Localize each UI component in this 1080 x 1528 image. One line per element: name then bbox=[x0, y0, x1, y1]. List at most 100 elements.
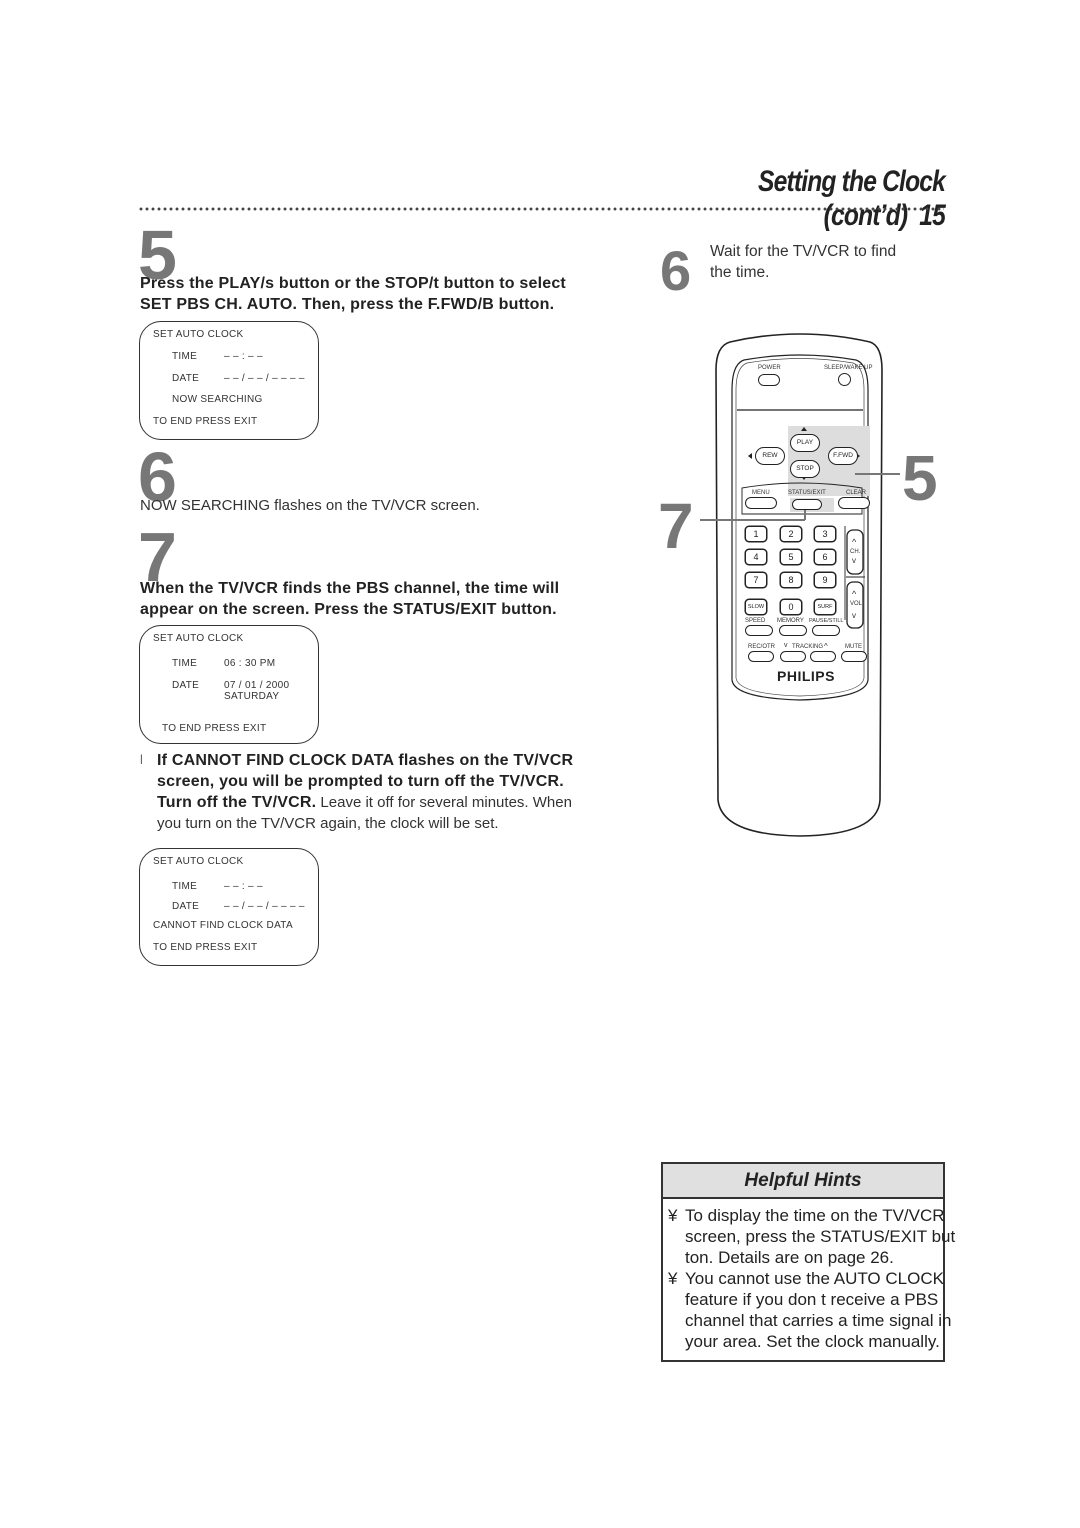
tracking-down-button[interactable] bbox=[780, 651, 806, 662]
osd-date-value: 07 / 01 / 2000 bbox=[224, 680, 290, 691]
step-5-line-1: Press the PLAY/s button or the STOP/t bu… bbox=[140, 275, 566, 292]
hint-bullet: ¥ bbox=[668, 1269, 678, 1288]
ch-label: CH. bbox=[850, 549, 861, 555]
speed-label: SPEED bbox=[745, 618, 766, 624]
note-line-2: screen, you will be prompted to turn off… bbox=[157, 773, 564, 790]
key-9[interactable]: 9 bbox=[814, 572, 836, 588]
osd-status: NOW SEARCHING bbox=[172, 394, 263, 405]
osd-screen-time-found: SET AUTO CLOCK TIME 06 : 30 PM DATE 07 /… bbox=[139, 625, 319, 744]
menu-label: MENU bbox=[752, 490, 770, 496]
osd-date-label: DATE bbox=[172, 901, 200, 912]
mute-label: MUTE bbox=[845, 644, 862, 650]
key-5[interactable]: 5 bbox=[780, 549, 802, 565]
title-text: Setting the Clock (cont’d) bbox=[758, 165, 946, 232]
tracking-label: TRACKING bbox=[792, 644, 824, 650]
key-1[interactable]: 1 bbox=[745, 526, 767, 542]
note-bullet: l bbox=[140, 752, 143, 767]
power-button[interactable] bbox=[758, 374, 780, 386]
step-6-text: NOW SEARCHING flashes on the TV/VCR scre… bbox=[140, 497, 480, 514]
osd-time-value: 06 : 30 PM bbox=[224, 658, 276, 669]
osd-screen-searching: SET AUTO CLOCK TIME – – : – – DATE – – /… bbox=[139, 321, 319, 440]
hint-1-line-3: ton. Details are on page 26. bbox=[685, 1248, 894, 1267]
hint-1-line-1: To display the time on the TV/VCR bbox=[685, 1206, 945, 1225]
osd-status: CANNOT FIND CLOCK DATA bbox=[153, 920, 293, 931]
hint-2-line-1: You cannot use the AUTO CLOCK bbox=[685, 1269, 944, 1288]
memory-button[interactable] bbox=[779, 625, 807, 636]
right-step-6-number: 6 bbox=[660, 239, 692, 302]
menu-button[interactable] bbox=[745, 497, 777, 509]
pause-still-label: PAUSE/STILL bbox=[809, 618, 844, 624]
key-6[interactable]: 6 bbox=[814, 549, 836, 565]
play-button[interactable]: PLAY bbox=[790, 434, 820, 452]
hint-2-line-3: channel that carries a time signal in bbox=[685, 1311, 952, 1330]
callout-5-number: 5 bbox=[902, 442, 938, 514]
status-exit-button[interactable] bbox=[792, 499, 822, 510]
page-number: 15 bbox=[919, 199, 946, 232]
rew-button[interactable]: REW bbox=[755, 447, 785, 465]
page-title: Setting the Clock (cont’d) 15 bbox=[662, 165, 946, 233]
hint-2-line-2: feature if you don t receive a PBS bbox=[685, 1290, 939, 1309]
key-7[interactable]: 7 bbox=[745, 572, 767, 588]
osd-time-value: – – : – – bbox=[224, 351, 263, 362]
tracking-up-button[interactable] bbox=[810, 651, 836, 662]
osd-title: SET AUTO CLOCK bbox=[153, 329, 244, 340]
step-7-instruction: When the TV/VCR finds the PBS channel, t… bbox=[140, 578, 559, 620]
rec-otr-label: REC/OTR bbox=[748, 644, 775, 650]
ffwd-button[interactable]: F.FWD bbox=[828, 447, 858, 465]
memory-label: MEMORY bbox=[777, 618, 804, 624]
osd-time-label: TIME bbox=[172, 351, 198, 362]
note-line-3-bold: Turn off the TV/VCR. bbox=[157, 794, 317, 811]
step-5-instruction: Press the PLAY/s button or the STOP/t bu… bbox=[140, 273, 566, 315]
osd-time-label: TIME bbox=[172, 658, 198, 669]
rec-otr-button[interactable] bbox=[748, 651, 774, 662]
osd-time-label: TIME bbox=[172, 881, 198, 892]
helpful-hints-title: Helpful Hints bbox=[663, 1164, 943, 1199]
key-2[interactable]: 2 bbox=[780, 526, 802, 542]
osd-footer: TO END PRESS EXIT bbox=[162, 723, 267, 734]
osd-footer: TO END PRESS EXIT bbox=[153, 942, 258, 953]
vol-label: VOL. bbox=[850, 601, 864, 607]
dotted-divider bbox=[138, 207, 944, 211]
mute-button[interactable] bbox=[841, 651, 867, 662]
osd-day-value: SATURDAY bbox=[224, 691, 280, 702]
ch-up-icon[interactable]: ^ bbox=[852, 537, 856, 547]
ch-down-icon[interactable]: v bbox=[852, 556, 856, 565]
right-step-6-line-1: Wait for the TV/VCR to find bbox=[710, 243, 897, 260]
osd-date-value: – – / – – / – – – – bbox=[224, 373, 305, 384]
hint-1-line-2: screen, press the STATUS/EXIT but bbox=[685, 1227, 956, 1246]
stop-button[interactable]: STOP bbox=[790, 460, 820, 478]
clear-button[interactable] bbox=[838, 497, 870, 509]
vol-down-icon[interactable]: v bbox=[852, 611, 856, 620]
note-line-3-normal: Leave it off for several minutes. When bbox=[316, 794, 572, 811]
brand-logo: PHILIPS bbox=[777, 668, 835, 684]
hint-item-1: ¥ To display the time on the TV/VCR scre… bbox=[668, 1205, 955, 1268]
key-0[interactable]: 0 bbox=[780, 599, 802, 615]
tracking-down-icon: v bbox=[784, 642, 788, 649]
key-8[interactable]: 8 bbox=[780, 572, 802, 588]
osd-date-label: DATE bbox=[172, 373, 200, 384]
note-line-1: If CANNOT FIND CLOCK DATA flashes on the… bbox=[157, 752, 574, 769]
key-3[interactable]: 3 bbox=[814, 526, 836, 542]
vol-up-icon[interactable]: ^ bbox=[852, 589, 856, 599]
key-4[interactable]: 4 bbox=[745, 549, 767, 565]
pause-still-button[interactable] bbox=[812, 625, 840, 636]
speed-button[interactable] bbox=[745, 625, 773, 636]
surf-button[interactable]: SURF bbox=[814, 599, 836, 615]
osd-date-value: – – / – – / – – – – bbox=[224, 901, 305, 912]
status-exit-label: STATUS/EXIT bbox=[788, 490, 826, 496]
right-step-6-line-2: the time. bbox=[710, 264, 770, 281]
osd-footer: TO END PRESS EXIT bbox=[153, 416, 258, 427]
callout-7-number: 7 bbox=[658, 490, 694, 562]
power-label: POWER bbox=[758, 365, 781, 371]
right-step-6-text: Wait for the TV/VCR to find the time. bbox=[710, 241, 896, 283]
hint-item-2: ¥ You cannot use the AUTO CLOCK feature … bbox=[668, 1268, 955, 1352]
hint-2-line-4: your area. Set the clock manually. bbox=[685, 1332, 940, 1351]
hints-list: ¥ To display the time on the TV/VCR scre… bbox=[668, 1205, 955, 1352]
sleep-wakeup-button[interactable] bbox=[838, 373, 851, 386]
note-line-3: Turn off the TV/VCR. Leave it off for se… bbox=[157, 792, 647, 813]
osd-title: SET AUTO CLOCK bbox=[153, 856, 244, 867]
osd-date-label: DATE bbox=[172, 680, 200, 691]
osd-time-value: – – : – – bbox=[224, 881, 263, 892]
slow-button[interactable]: SLOW bbox=[745, 599, 767, 615]
clear-label: CLEAR bbox=[846, 490, 867, 496]
